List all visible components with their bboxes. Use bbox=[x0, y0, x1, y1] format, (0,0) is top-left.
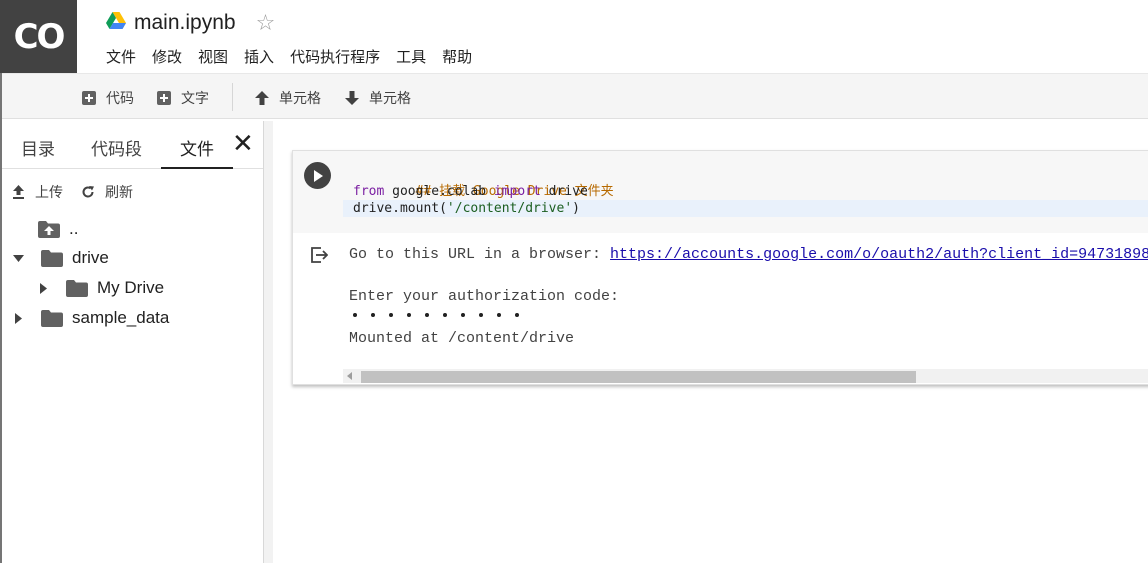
code-line-2: from google.colab import drive bbox=[353, 183, 588, 200]
output-action-icon[interactable] bbox=[310, 246, 329, 269]
horizontal-scrollbar[interactable] bbox=[343, 369, 1148, 383]
code-editor[interactable]: ## 挂载 Google Drive 文件夹 from google.colab… bbox=[343, 151, 1148, 233]
upload-label: 上传 bbox=[35, 184, 63, 200]
logo-text: CO bbox=[13, 16, 66, 57]
code-close-paren: ) bbox=[572, 201, 580, 216]
caret-right-icon[interactable] bbox=[11, 312, 25, 324]
arrow-down-icon bbox=[345, 91, 359, 105]
notebook-title[interactable]: main.ipynb bbox=[134, 11, 236, 35]
code-module: google.colab bbox=[384, 184, 494, 199]
upload-icon bbox=[13, 185, 24, 199]
tree-item-my-drive[interactable]: My Drive bbox=[36, 275, 164, 301]
caret-right-icon[interactable] bbox=[36, 282, 50, 294]
code-call: drive.mount( bbox=[353, 201, 447, 216]
menu-tools[interactable]: 工具 bbox=[388, 47, 434, 69]
star-icon[interactable]: ☆ bbox=[256, 10, 276, 36]
masked-auth-code[interactable] bbox=[353, 313, 533, 317]
code-line-3: drive.mount('/content/drive') bbox=[343, 200, 1148, 217]
tab-table-of-contents[interactable]: 目录 bbox=[21, 135, 55, 160]
caret-down-icon[interactable] bbox=[11, 254, 25, 262]
tree-item-label: My Drive bbox=[97, 278, 165, 297]
play-icon bbox=[313, 169, 323, 182]
move-down-label: 单元格 bbox=[369, 90, 411, 106]
tab-code-snippets[interactable]: 代码段 bbox=[91, 135, 142, 160]
code-string: '/content/drive' bbox=[446, 201, 573, 216]
active-tab-indicator bbox=[161, 167, 233, 169]
folder-icon bbox=[41, 309, 63, 327]
mounted-message: Mounted at /content/drive bbox=[349, 330, 575, 347]
menu-help[interactable]: 帮助 bbox=[434, 47, 480, 69]
output-url-prefix: Go to this URL in a browser: bbox=[349, 246, 611, 263]
move-cell-up-button[interactable]: 单元格 bbox=[255, 88, 321, 108]
colab-logo[interactable]: CO bbox=[0, 0, 77, 73]
menu-file[interactable]: 文件 bbox=[98, 47, 144, 69]
arrow-up-icon bbox=[255, 91, 269, 105]
folder-icon bbox=[66, 279, 88, 297]
colab-window: CO main.ipynb ☆ 文件 修改 视图 插入 代码执行程序 工具 帮助… bbox=[0, 0, 1148, 563]
code-keyword: import bbox=[493, 184, 541, 199]
toolbar: 代码 文字 单元格 单元格 bbox=[0, 73, 1148, 119]
tab-files[interactable]: 文件 bbox=[180, 135, 214, 160]
cell-output: Go to this URL in a browser: https://acc… bbox=[293, 233, 1148, 385]
add-code-label: 代码 bbox=[106, 90, 134, 106]
upload-button[interactable]: 上传 bbox=[12, 182, 63, 202]
sidebar-resize-handle[interactable] bbox=[263, 121, 273, 563]
code-cell[interactable]: ## 挂载 Google Drive 文件夹 from google.colab… bbox=[292, 150, 1148, 385]
file-actions: 上传 刷新 bbox=[12, 182, 151, 202]
sidebar: 目录 代码段 文件 ✕ 上传 刷新 .. drive My Drive samp… bbox=[2, 121, 263, 563]
tree-item-sample-data[interactable]: sample_data bbox=[11, 305, 169, 331]
sidebar-tabs: 目录 代码段 文件 ✕ bbox=[2, 121, 263, 169]
auth-link[interactable]: https://accounts.google.com/o/oauth2/aut… bbox=[610, 246, 1148, 263]
tree-item-parent[interactable]: .. bbox=[38, 216, 78, 242]
refresh-icon bbox=[82, 186, 94, 198]
add-text-label: 文字 bbox=[181, 90, 209, 106]
folder-up-icon bbox=[38, 220, 60, 238]
code-import-name: drive bbox=[540, 184, 588, 199]
output-url-line: Go to this URL in a browser: https://acc… bbox=[349, 246, 1148, 263]
tree-item-label: drive bbox=[72, 248, 109, 267]
close-icon[interactable]: ✕ bbox=[232, 130, 254, 156]
menu-edit[interactable]: 修改 bbox=[144, 47, 190, 69]
title-row: main.ipynb ☆ bbox=[106, 8, 275, 38]
toolbar-divider bbox=[232, 83, 233, 111]
menu-runtime[interactable]: 代码执行程序 bbox=[282, 47, 388, 69]
google-drive-icon[interactable] bbox=[106, 11, 126, 35]
menubar: 文件 修改 视图 插入 代码执行程序 工具 帮助 bbox=[98, 47, 480, 69]
move-cell-down-button[interactable]: 单元格 bbox=[345, 88, 411, 108]
folder-icon bbox=[41, 249, 63, 267]
menu-insert[interactable]: 插入 bbox=[236, 47, 282, 69]
add-code-button[interactable]: 代码 bbox=[82, 88, 134, 108]
plus-box-icon bbox=[157, 91, 171, 105]
add-text-button[interactable]: 文字 bbox=[157, 88, 209, 108]
tree-item-drive[interactable]: drive bbox=[11, 245, 109, 271]
scroll-left-arrow-icon[interactable] bbox=[347, 372, 352, 380]
tree-item-label: sample_data bbox=[72, 308, 170, 327]
code-keyword: from bbox=[353, 184, 385, 199]
run-area bbox=[293, 151, 343, 233]
menu-view[interactable]: 视图 bbox=[190, 47, 236, 69]
plus-box-icon bbox=[82, 91, 96, 105]
scrollbar-thumb[interactable] bbox=[361, 371, 916, 383]
run-cell-button[interactable] bbox=[304, 162, 331, 189]
refresh-label: 刷新 bbox=[105, 184, 133, 200]
auth-code-prompt: Enter your authorization code: bbox=[349, 288, 620, 305]
move-up-label: 单元格 bbox=[279, 90, 321, 106]
tree-item-label: .. bbox=[69, 219, 79, 238]
refresh-button[interactable]: 刷新 bbox=[81, 182, 133, 202]
